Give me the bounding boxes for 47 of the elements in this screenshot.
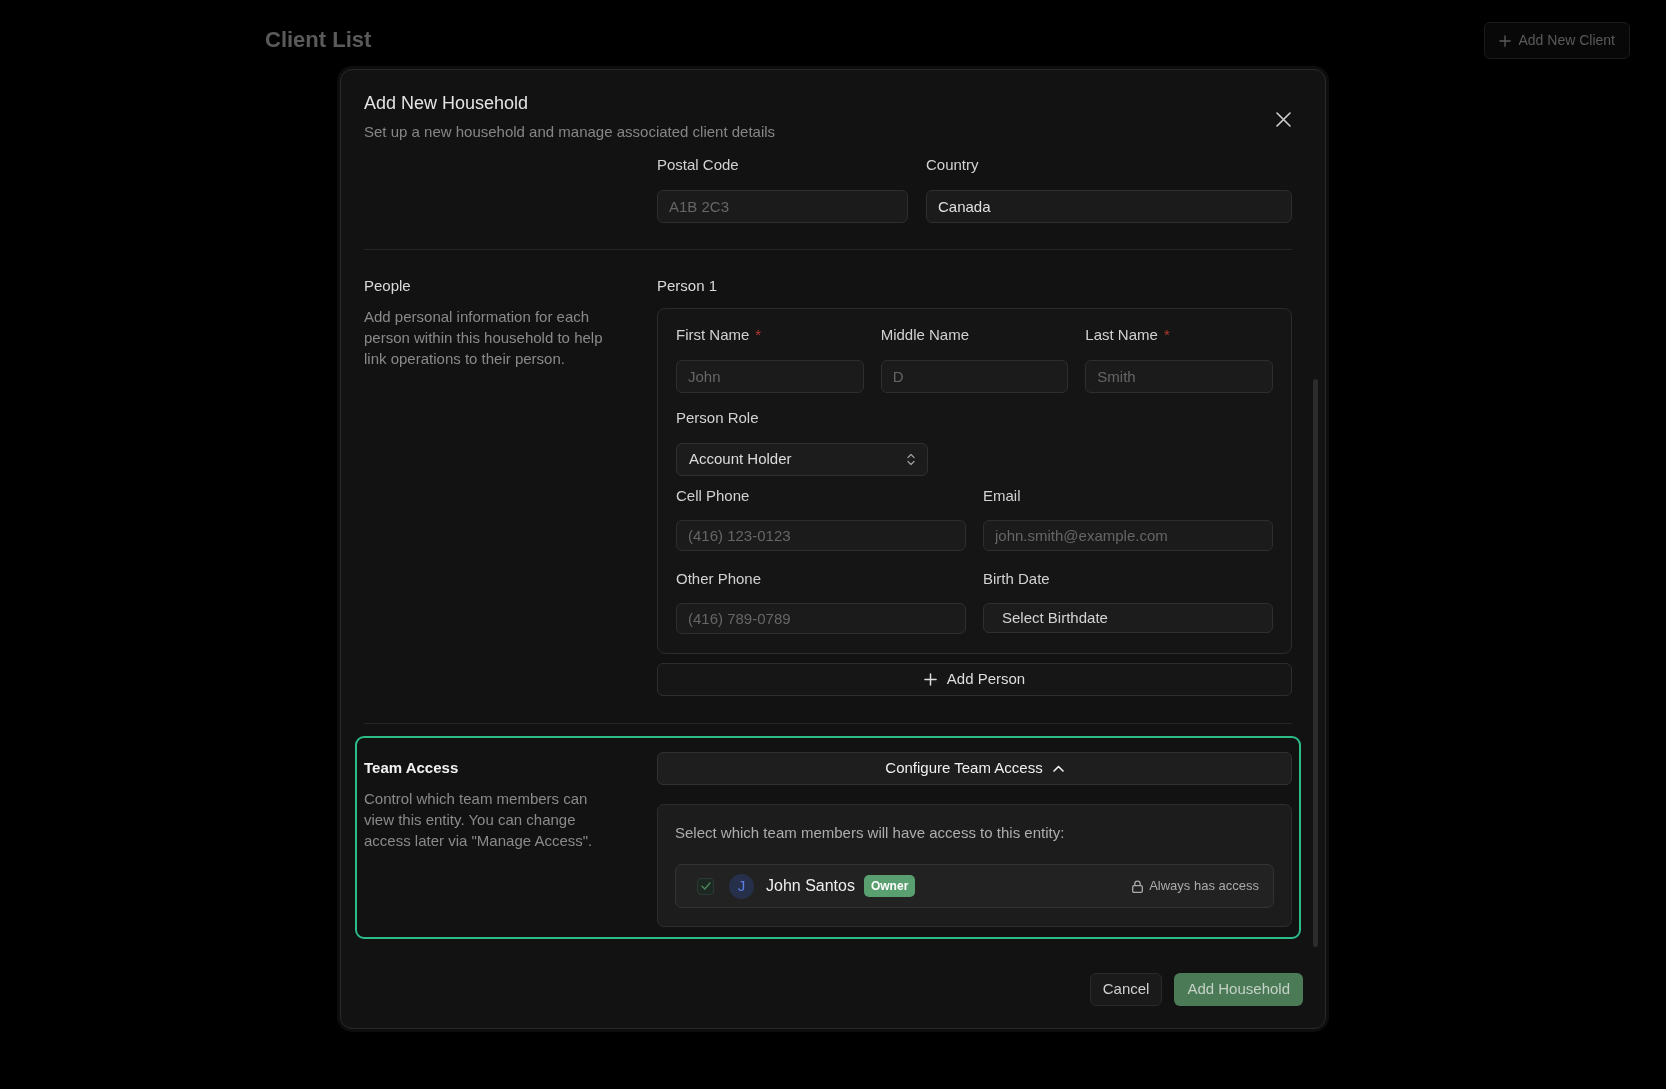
section-description: Control which team members can view this entity. You can change access later via "Manage Access".: [364, 789, 594, 851]
input-field[interactable]: D: [880, 360, 1069, 393]
up-down-chevron-icon: [907, 453, 915, 466]
dialog-title: Add New Household: [364, 92, 530, 115]
section-title: People: [364, 276, 412, 296]
dialog-subtitle: Set up a new household and manage associated client details: [364, 122, 776, 142]
page-title: Client List: [265, 27, 372, 54]
member-name: John Santos: [766, 876, 855, 896]
input-field[interactable]: john.smith@example.com: [983, 520, 1273, 551]
close-button[interactable]: [1274, 110, 1293, 129]
field-label: Person Role: [676, 408, 759, 428]
field-label: Country: [926, 155, 979, 175]
section-description: Add personal information for each person within this household to help link operations to their person.: [364, 307, 604, 369]
role-badge: Owner: [863, 875, 916, 897]
input-field[interactable]: Smith: [1085, 360, 1273, 393]
person-heading: Person 1: [657, 276, 719, 296]
input-field[interactable]: (416) 123-0123: [676, 520, 966, 551]
plus-icon: [1498, 34, 1511, 47]
cancel-button[interactable]: Cancel: [1089, 973, 1163, 1006]
configure-team-access-button[interactable]: Configure Team Access: [657, 752, 1292, 785]
select-field[interactable]: Account Holder: [676, 443, 928, 476]
input-field[interactable]: Canada: [926, 190, 1292, 223]
field-label: Cell Phone: [676, 486, 750, 506]
required-mark: *: [1163, 325, 1170, 345]
field-label: First Name: [676, 325, 750, 345]
scrollbar-thumb[interactable]: [1313, 379, 1318, 947]
field-label: Other Phone: [676, 569, 762, 589]
add-person-button[interactable]: Add Person: [657, 663, 1292, 696]
avatar: J: [729, 873, 754, 899]
lock-icon: [1132, 879, 1144, 893]
field-label: Postal Code: [657, 155, 739, 175]
close-icon: [1276, 112, 1291, 127]
input-field[interactable]: John: [676, 360, 864, 393]
checkmark-icon: [700, 882, 711, 890]
access-note: Always has access: [1149, 877, 1259, 896]
date-picker-field[interactable]: Select Birthdate: [983, 603, 1273, 633]
input-field[interactable]: A1B 2C3: [657, 190, 908, 223]
field-label: Last Name: [1085, 325, 1158, 345]
chevron-up-icon: [1052, 765, 1064, 772]
section-title: Team Access: [364, 758, 460, 778]
field-label: Middle Name: [880, 325, 970, 345]
required-mark: *: [755, 325, 762, 345]
plus-icon: [923, 673, 937, 686]
field-label: Birth Date: [983, 569, 1050, 589]
field-label: Email: [983, 486, 1021, 506]
panel-prompt: Select which team members will have access to this entity:: [675, 823, 1066, 843]
input-field[interactable]: (416) 789-0789: [676, 603, 966, 634]
